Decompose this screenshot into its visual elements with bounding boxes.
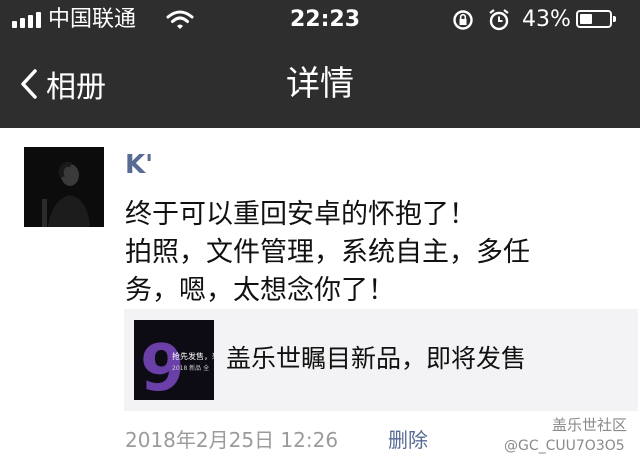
link-thumbnail: 9 抢先发售，想 2018 新品 全 — [134, 320, 214, 400]
thumb-caption-2: 2018 新品 全 — [172, 364, 209, 372]
chevron-left-icon — [21, 69, 37, 99]
person-photo — [24, 147, 104, 227]
carrier-label: 中国联通 — [48, 7, 137, 32]
post-text: 终于可以重回安卓的怀抱了！ 拍照，文件管理，系统自主，多任 务，嗯，太想念你了！ — [125, 196, 605, 310]
rotation-lock-icon — [453, 10, 473, 30]
clock-time: 22:23 — [290, 7, 361, 32]
status-bar: 中国联通 22:23 43% — [0, 0, 640, 40]
username[interactable]: K' — [125, 150, 153, 180]
back-button[interactable]: 相册 — [20, 60, 106, 108]
post-detail: K' 终于可以重回安卓的怀抱了！ 拍照，文件管理，系统自主，多任 务，嗯，太想念… — [0, 128, 640, 471]
thumb-caption: 抢先发售，想 — [172, 351, 214, 361]
back-label: 相册 — [46, 70, 106, 105]
wifi-icon — [166, 10, 194, 29]
battery-percent: 43% — [522, 7, 571, 32]
avatar[interactable] — [24, 147, 104, 227]
nav-bar: 相册 详情 — [0, 40, 640, 128]
delete-button[interactable]: 删除 — [388, 424, 428, 453]
battery-icon — [576, 10, 616, 28]
galaxy-promo-image: 9 抢先发售，想 2018 新品 全 — [134, 320, 214, 400]
alarm-icon — [489, 9, 509, 31]
shared-link-card[interactable]: 9 抢先发售，想 2018 新品 全 盖乐世瞩目新品，即将发售 — [124, 309, 638, 411]
watermark-handle: @GC_CUU7O3O5 — [504, 438, 625, 454]
post-text-line: 务，嗯，太想念你了！ — [125, 275, 395, 306]
watermark-text: 盖乐世社区 — [552, 416, 628, 434]
post-text-line: 终于可以重回安卓的怀抱了！ — [125, 199, 476, 230]
link-title: 盖乐世瞩目新品，即将发售 — [226, 344, 527, 373]
post-timestamp: 2018年2月25日 12:26 — [125, 428, 339, 452]
post-text-line: 拍照，文件管理，系统自主，多任 — [125, 237, 530, 268]
